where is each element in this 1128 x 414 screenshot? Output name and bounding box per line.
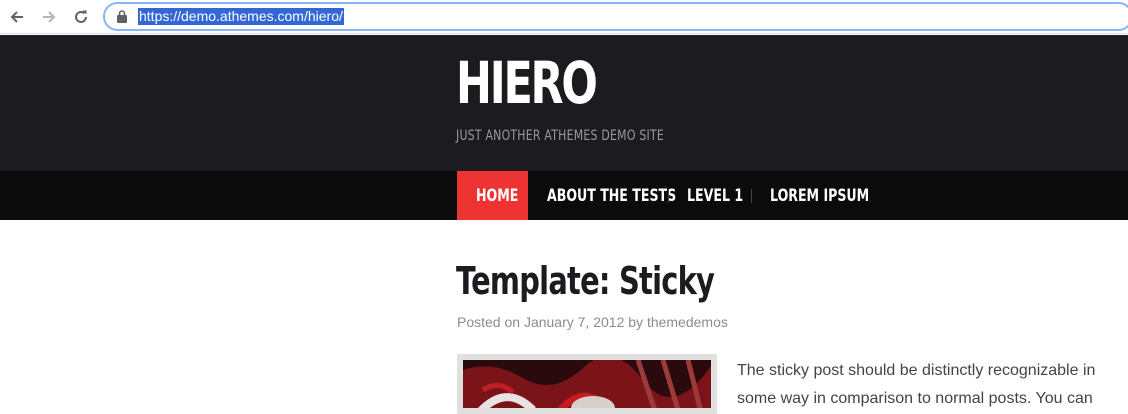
back-button[interactable] — [5, 5, 29, 29]
nav-divider — [751, 189, 752, 203]
nav-divider — [668, 189, 669, 203]
url-text[interactable]: https://demo.athemes.com/hiero/ — [138, 8, 344, 25]
nav-menu: HOME ABOUT THE TESTS LEVEL 1 LOREM IPSUM — [457, 171, 881, 220]
site-description: JUST ANOTHER ATHEMES DEMO SITE — [456, 128, 665, 144]
arrow-left-icon — [10, 11, 23, 23]
site-header: HIERO JUST ANOTHER ATHEMES DEMO SITE — [0, 35, 1128, 171]
post-date-link[interactable]: January 7, 2012 — [524, 314, 624, 330]
lock-icon — [117, 10, 127, 23]
nav-item-label: ABOUT THE TESTS — [547, 185, 677, 206]
post-excerpt: The sticky post should be distinctly rec… — [737, 362, 1096, 407]
reload-icon — [75, 10, 87, 23]
nav-item-label: LOREM IPSUM — [770, 185, 870, 206]
reload-button[interactable] — [69, 5, 93, 29]
arrow-right-icon — [43, 11, 56, 23]
site-title[interactable]: HIERO — [456, 50, 598, 116]
nav-item-label: HOME — [476, 185, 519, 206]
nav-item-about-the-tests[interactable]: ABOUT THE TESTS — [528, 171, 676, 220]
post-title[interactable]: Template: Sticky — [456, 256, 715, 306]
nav-item-home[interactable]: HOME — [457, 171, 528, 220]
forward-button[interactable] — [37, 5, 61, 29]
thumbnail-image — [463, 360, 711, 408]
post-meta: Posted on January 7, 2012 by themedemos — [457, 314, 728, 330]
thumbnail-artwork — [463, 360, 711, 408]
post-thumbnail[interactable] — [457, 354, 717, 414]
nav-item-lorem-ipsum[interactable]: LOREM IPSUM — [751, 171, 881, 220]
nav-item-label: LEVEL 1 — [687, 185, 744, 206]
meta-prefix: Posted on — [457, 314, 521, 330]
address-bar[interactable]: https://demo.athemes.com/hiero/ — [103, 2, 1128, 31]
meta-by: by — [628, 314, 644, 330]
nav-item-level-1[interactable]: LEVEL 1 — [668, 171, 751, 220]
main-navigation: HOME ABOUT THE TESTS LEVEL 1 LOREM IPSUM — [0, 171, 1128, 220]
browser-toolbar: https://demo.athemes.com/hiero/ — [0, 0, 1128, 34]
post-author-link[interactable]: themedemos — [647, 314, 728, 330]
